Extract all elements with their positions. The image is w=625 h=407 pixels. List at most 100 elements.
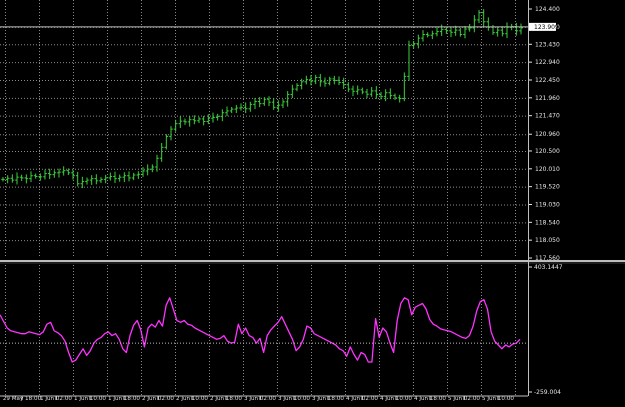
x-tick-label: 1 Jun 18:00 <box>108 396 140 402</box>
price-bar <box>463 25 467 39</box>
price-bar <box>169 126 173 141</box>
price-bar <box>164 134 169 150</box>
price-bar <box>355 85 360 95</box>
price-bar <box>323 77 327 87</box>
price-bar <box>94 174 99 185</box>
price-bar <box>57 168 61 178</box>
price-bar <box>29 171 33 183</box>
price-bar <box>388 88 393 100</box>
oscillator-series <box>0 297 521 363</box>
x-tick-label: 3 Jun 18:00 <box>312 396 344 402</box>
chart-canvas[interactable]: 124.400123.910123.430122.940122.450121.9… <box>0 0 625 407</box>
price-bar <box>248 101 253 112</box>
x-tick-label: 1 Jun 02:00 <box>40 396 72 402</box>
price-bar <box>369 86 374 97</box>
price-bar <box>99 177 103 184</box>
price-bar <box>337 76 341 86</box>
y-tick-label: 118.050 <box>535 237 560 244</box>
price-bar <box>122 172 127 182</box>
y-tick-label: 118.540 <box>535 219 560 226</box>
x-tick-label: 3 Jun 02:00 <box>244 396 276 402</box>
price-bar <box>211 112 215 123</box>
price-bar <box>85 177 89 185</box>
price-bar <box>159 142 164 162</box>
x-tick-label: 3 Jun 10:00 <box>278 396 310 402</box>
price-bar <box>75 171 80 187</box>
price-bar <box>197 116 201 123</box>
price-bar <box>80 176 85 189</box>
price-bar <box>183 118 187 125</box>
price-bar <box>425 32 430 38</box>
price-bar <box>201 115 206 126</box>
price-bar <box>421 30 425 42</box>
price-bar <box>173 119 178 132</box>
x-tick-label: 4 Jun 02:00 <box>346 396 378 402</box>
x-tick-label: 29 May 18:00 <box>3 396 42 402</box>
price-bar <box>402 72 407 102</box>
price-bar <box>374 86 379 99</box>
y-tick-label: 122.450 <box>535 77 560 84</box>
price-bar <box>178 116 183 129</box>
price-bar <box>472 15 477 33</box>
price-bar <box>150 164 155 173</box>
price-bar <box>351 85 355 97</box>
current-price-marker: 123.909 <box>529 22 559 31</box>
y-tick-label: -259.004 <box>534 389 561 396</box>
y-tick-label: 121.470 <box>535 113 560 120</box>
price-bar <box>327 76 332 86</box>
price-bar <box>5 175 10 184</box>
price-bar <box>136 171 141 179</box>
vertical-grid <box>5 0 516 396</box>
x-tick-label: 2 Jun 02:00 <box>142 396 174 402</box>
current-price-label: 123.909 <box>534 24 559 31</box>
price-bar <box>295 83 299 92</box>
price-bar <box>10 174 15 183</box>
price-bar <box>243 102 248 114</box>
price-bar <box>229 106 234 114</box>
price-bar <box>225 106 229 117</box>
price-bar <box>360 87 365 95</box>
price-bar <box>290 84 295 99</box>
price-bar <box>439 24 444 36</box>
price-bar <box>61 166 66 176</box>
y-tick-label: 123.430 <box>535 41 560 48</box>
price-bar <box>435 27 439 37</box>
chart-window[interactable]: 124.400123.910123.430122.940122.450121.9… <box>0 0 625 407</box>
price-bar <box>155 154 159 172</box>
y-tick-label: 124.400 <box>535 6 560 13</box>
y-tick-label: 121.960 <box>535 95 560 102</box>
price-bar <box>267 96 271 107</box>
y-tick-label: 120.960 <box>535 131 560 138</box>
y-tick-label: 119.520 <box>535 184 560 191</box>
price-bar <box>71 169 75 180</box>
price-bar <box>393 93 397 101</box>
price-bar <box>187 116 192 127</box>
price-bar <box>519 23 523 35</box>
price-bar <box>215 113 220 121</box>
price-bar <box>495 27 500 37</box>
price-bar <box>416 34 421 49</box>
price-bar <box>383 89 388 102</box>
price-bar <box>33 173 38 179</box>
price-bar <box>505 22 509 39</box>
price-bar <box>458 27 463 37</box>
x-tick-label: 5 Jun 02:00 <box>448 396 480 402</box>
price-bar <box>103 174 108 184</box>
y-tick-label: 403.1447 <box>534 264 563 271</box>
price-bar <box>239 103 243 111</box>
price-bar <box>262 97 267 106</box>
price-bar <box>89 175 94 185</box>
price-bar <box>24 174 29 184</box>
price-bar <box>43 169 47 180</box>
x-tick-label: 2 Jun 10:00 <box>176 396 208 402</box>
price-bar <box>271 98 276 110</box>
y-tick-label: 120.010 <box>535 166 560 173</box>
price-bar <box>477 10 481 23</box>
price-bar <box>313 74 318 85</box>
price-bar <box>108 172 113 181</box>
price-bar <box>365 88 369 99</box>
x-tick-label: 4 Jun 18:00 <box>414 396 446 402</box>
price-bar <box>253 97 257 110</box>
y-tick-label: 117.560 <box>535 255 560 262</box>
price-bar <box>52 170 57 178</box>
